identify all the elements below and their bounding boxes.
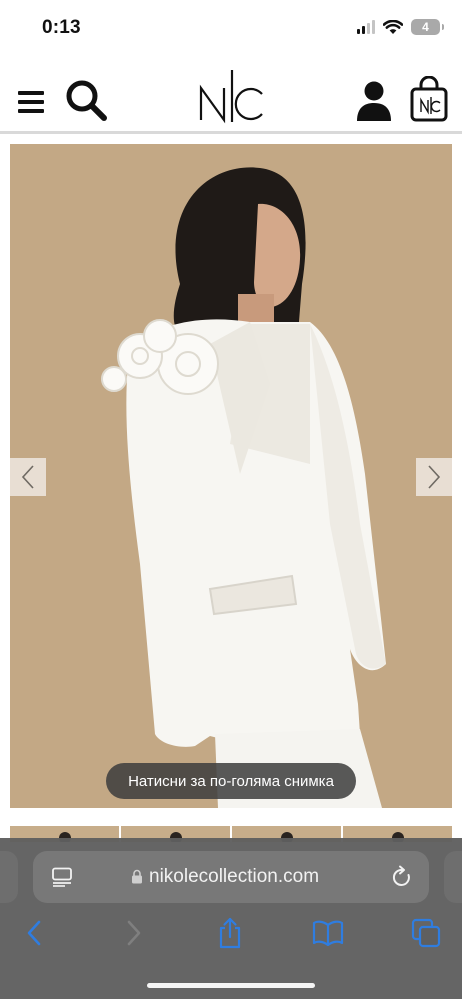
share-icon	[219, 917, 241, 949]
shopping-bag-icon[interactable]	[410, 76, 448, 122]
tabs-button[interactable]	[409, 916, 443, 950]
lock-icon	[132, 869, 142, 884]
status-bar: 0:13 4	[0, 0, 462, 58]
home-indicator	[147, 983, 315, 988]
product-image[interactable]: Натисни за по-голяма снимка	[10, 144, 452, 808]
share-button[interactable]	[213, 916, 247, 950]
next-image-button[interactable]	[416, 458, 452, 496]
page-menu-icon[interactable]	[51, 867, 73, 887]
next-tab-preview[interactable]	[444, 851, 462, 903]
wifi-icon	[383, 19, 403, 34]
previous-tab-preview[interactable]	[0, 851, 18, 903]
status-time: 0:13	[42, 17, 81, 38]
nc-logo[interactable]	[196, 68, 266, 124]
search-icon[interactable]	[64, 78, 108, 122]
chevron-right-icon	[428, 465, 441, 489]
menu-icon[interactable]	[18, 91, 44, 113]
address-bar[interactable]: nikolecollection.com	[33, 851, 429, 903]
chevron-left-icon	[21, 465, 34, 489]
browser-toolbar: nikolecollection.com	[0, 838, 462, 999]
prev-image-button[interactable]	[10, 458, 46, 496]
zoom-hint[interactable]: Натисни за по-голяма снимка	[106, 763, 356, 799]
chevron-left-icon	[27, 920, 41, 946]
back-button[interactable]	[17, 916, 51, 950]
book-icon	[312, 920, 344, 946]
cellular-signal-icon	[357, 20, 375, 34]
url-text[interactable]: nikolecollection.com	[149, 866, 319, 888]
reload-icon[interactable]	[391, 865, 413, 889]
tabs-icon	[411, 918, 441, 948]
chevron-right-icon	[127, 920, 141, 946]
site-header	[0, 58, 462, 134]
account-icon[interactable]	[356, 78, 392, 122]
bookmarks-button[interactable]	[311, 916, 345, 950]
status-icons: 4	[357, 19, 444, 35]
battery-icon: 4	[411, 19, 444, 35]
forward-button[interactable]	[117, 916, 151, 950]
product-photo	[10, 144, 452, 808]
